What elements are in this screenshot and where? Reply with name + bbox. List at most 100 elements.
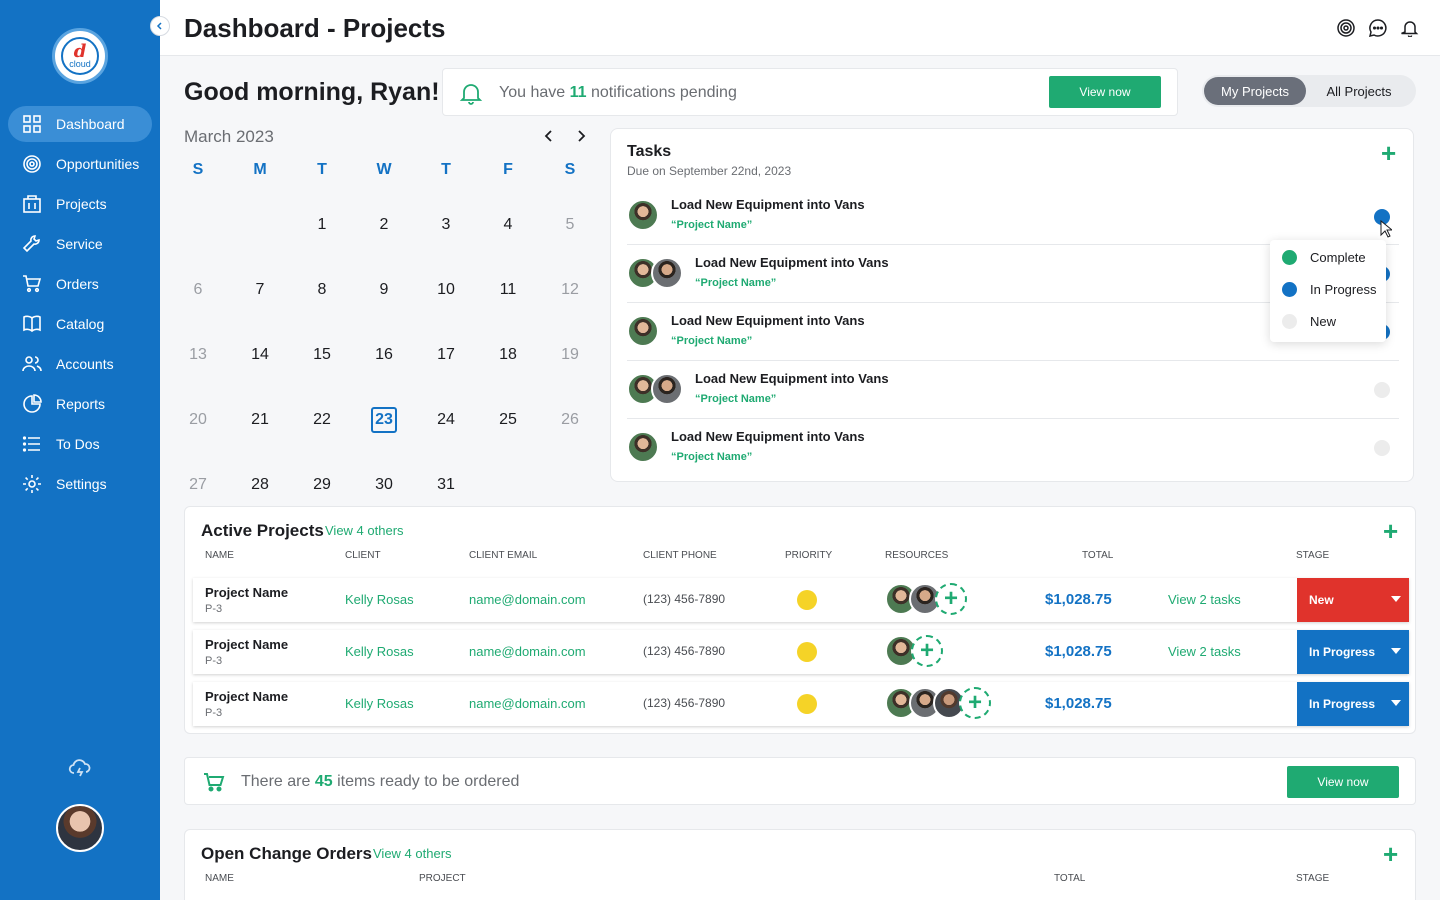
calendar-day-number: 17 — [437, 345, 455, 363]
weekday-header: F — [503, 161, 513, 178]
sidebar-item-accounts[interactable]: Accounts — [8, 346, 152, 382]
add-resource-button[interactable]: + — [935, 583, 967, 615]
calendar-day[interactable]: 23 — [353, 387, 415, 452]
task-project-name[interactable]: “Project Name” — [695, 393, 776, 405]
calendar-day[interactable]: 19 — [539, 322, 601, 387]
calendar-day[interactable]: 8 — [291, 257, 353, 322]
task-row[interactable]: Load New Equipment into Vans “Project Nam… — [627, 419, 1399, 477]
chat-icon[interactable] — [1368, 18, 1388, 38]
view-orders-button[interactable]: View now — [1287, 766, 1399, 798]
view-others-link[interactable]: View 4 others — [373, 846, 452, 861]
user-avatar[interactable] — [56, 804, 104, 852]
project-name[interactable]: Project Name — [205, 637, 288, 652]
collapse-sidebar-button[interactable] — [150, 16, 170, 36]
add-resource-button[interactable]: + — [911, 635, 943, 667]
sidebar-item-label: Reports — [56, 396, 106, 412]
add-resource-button[interactable]: + — [959, 687, 991, 719]
status-option-in-progress[interactable]: In Progress — [1282, 282, 1376, 297]
calendar-day[interactable]: 17 — [415, 322, 477, 387]
task-row[interactable]: Load New Equipment into Vans “Project Nam… — [627, 187, 1399, 245]
sidebar-item-orders[interactable]: Orders — [8, 266, 152, 302]
task-project-name[interactable]: “Project Name” — [695, 277, 776, 289]
calendar-day[interactable]: 16 — [353, 322, 415, 387]
project-total: $1,028.75 — [1045, 695, 1112, 712]
calendar-day[interactable]: 18 — [477, 322, 539, 387]
cloud-lightning-icon[interactable] — [68, 756, 92, 785]
my-projects-tab[interactable]: My Projects — [1204, 77, 1306, 105]
project-row[interactable]: Project Name P-3 Kelly Rosas name@domain.co… — [193, 682, 1409, 726]
sidebar-item-dashboard[interactable]: Dashboard — [8, 106, 152, 142]
client-name-link[interactable]: Kelly Rosas — [345, 592, 414, 607]
task-status-dot[interactable] — [1374, 440, 1390, 456]
calendar-day[interactable]: 21 — [229, 387, 291, 452]
task-project-name[interactable]: “Project Name” — [671, 219, 752, 231]
calendar-day[interactable]: 20 — [167, 387, 229, 452]
calendar-day[interactable]: 25 — [477, 387, 539, 452]
calendar-day[interactable]: 3 — [415, 192, 477, 257]
task-project-name[interactable]: “Project Name” — [671, 451, 752, 463]
project-row[interactable]: Project Name P-3 Kelly Rosas name@domain.co… — [193, 578, 1409, 622]
sidebar-item-opportunities[interactable]: Opportunities — [8, 146, 152, 182]
project-scope-toggle: My Projects All Projects — [1202, 75, 1416, 107]
client-name-link[interactable]: Kelly Rosas — [345, 696, 414, 711]
task-row[interactable]: Load New Equipment into Vans “Project Nam… — [627, 361, 1399, 419]
status-option-complete[interactable]: Complete — [1282, 250, 1366, 265]
calendar-day[interactable]: 26 — [539, 387, 601, 452]
client-email-link[interactable]: name@domain.com — [469, 696, 586, 711]
calendar-day-number: 9 — [379, 280, 389, 298]
calendar-day[interactable]: 2 — [353, 192, 415, 257]
add-change-order-button[interactable]: + — [1383, 841, 1398, 867]
prev-month-button[interactable] — [542, 128, 556, 144]
project-name[interactable]: Project Name — [205, 585, 288, 600]
calendar-day[interactable]: 6 — [167, 257, 229, 322]
task-status-dot[interactable] — [1374, 382, 1390, 398]
calendar-day[interactable]: 5 — [539, 192, 601, 257]
project-row[interactable]: Project Name P-3 Kelly Rosas name@domain.co… — [193, 630, 1409, 674]
status-option-new[interactable]: New — [1282, 314, 1336, 329]
calendar-day[interactable]: 9 — [353, 257, 415, 322]
sidebar-item-to-dos[interactable]: To Dos — [8, 426, 152, 462]
view-tasks-link[interactable]: View 2 tasks — [1168, 592, 1241, 607]
target-icon[interactable] — [1336, 18, 1356, 38]
next-month-button[interactable] — [574, 128, 588, 144]
app-logo[interactable]: d cloud — [52, 28, 108, 84]
client-name-link[interactable]: Kelly Rosas — [345, 644, 414, 659]
calendar-day[interactable]: 22 — [291, 387, 353, 452]
client-email-link[interactable]: name@domain.com — [469, 592, 586, 607]
sidebar-item-reports[interactable]: Reports — [8, 386, 152, 422]
calendar-day[interactable]: 12 — [539, 257, 601, 322]
add-project-button[interactable]: + — [1383, 518, 1398, 544]
sidebar-item-service[interactable]: Service — [8, 226, 152, 262]
sidebar-item-projects[interactable]: Projects — [8, 186, 152, 222]
caret-down-icon — [1391, 596, 1401, 602]
view-notifications-button[interactable]: View now — [1049, 76, 1161, 108]
calendar-day[interactable]: 24 — [415, 387, 477, 452]
calendar-day[interactable]: 13 — [167, 322, 229, 387]
view-tasks-link[interactable]: View 2 tasks — [1168, 644, 1241, 659]
column-header: Name — [205, 550, 234, 561]
task-project-name[interactable]: “Project Name” — [671, 335, 752, 347]
calendar-day[interactable]: 4 — [477, 192, 539, 257]
notification-bar: You have 11 notifications pending View n… — [442, 68, 1178, 116]
calendar-day[interactable]: 15 — [291, 322, 353, 387]
calendar-day[interactable]: 11 — [477, 257, 539, 322]
sidebar-item-catalog[interactable]: Catalog — [8, 306, 152, 342]
sidebar-item-settings[interactable]: Settings — [8, 466, 152, 502]
stage-dropdown[interactable]: In Progress — [1297, 630, 1409, 674]
sidebar-item-label: Opportunities — [56, 156, 140, 172]
view-others-link[interactable]: View 4 others — [325, 523, 404, 538]
project-name[interactable]: Project Name — [205, 689, 288, 704]
stage-dropdown[interactable]: New — [1297, 578, 1409, 622]
calendar-day[interactable]: 7 — [229, 257, 291, 322]
task-name: Load New Equipment into Vans — [671, 429, 865, 444]
calendar-day-number: 6 — [193, 280, 203, 298]
add-task-button[interactable]: + — [1381, 140, 1396, 166]
calendar-day[interactable]: 10 — [415, 257, 477, 322]
all-projects-tab[interactable]: All Projects — [1306, 77, 1412, 105]
calendar-day[interactable]: 14 — [229, 322, 291, 387]
client-email-link[interactable]: name@domain.com — [469, 644, 586, 659]
calendar-day[interactable]: 1 — [291, 192, 353, 257]
client-phone: (123) 456-7890 — [643, 644, 726, 658]
stage-dropdown[interactable]: In Progress — [1297, 682, 1409, 726]
bell-icon[interactable] — [1400, 18, 1420, 38]
